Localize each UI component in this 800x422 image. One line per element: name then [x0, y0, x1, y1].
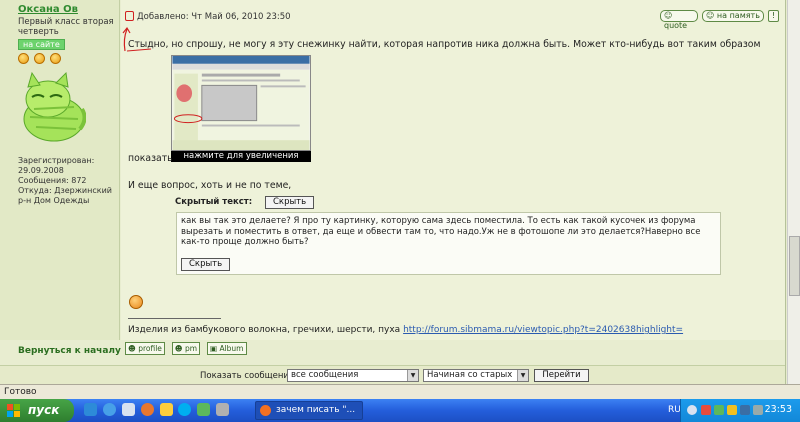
language-indicator[interactable]: RU — [668, 405, 681, 415]
user-post-count: Сообщения: 872 — [18, 176, 87, 185]
profile-button-label: profile — [138, 344, 162, 353]
icq-tray-icon[interactable] — [714, 405, 724, 415]
network-icon[interactable] — [727, 405, 737, 415]
spoiler-hide-button[interactable]: Скрыть — [265, 196, 315, 209]
user-info: Зарегистрирован: 29.09.2008 Сообщения: 8… — [18, 156, 118, 206]
post-body-column: Добавлено: Чт Май 06, 2010 23:50 ☺ quote… — [121, 0, 785, 340]
media-player-icon[interactable] — [121, 403, 135, 416]
windows-flag-icon — [7, 404, 20, 417]
rank-star-icon — [33, 53, 45, 64]
taskbar-window-title: зачем писать "... — [276, 405, 356, 415]
signature: Изделия из бамбукового волокна, гречихи,… — [128, 325, 683, 335]
user-rank: Первый класс вторая четверть — [18, 17, 114, 37]
smiley-icon — [129, 295, 143, 309]
spoiler-hide-button-inner[interactable]: Скрыть — [181, 258, 231, 271]
user-location: Откуда: Дзержинский р-н Дом Одежды — [18, 186, 112, 205]
post-icon[interactable] — [125, 11, 134, 21]
signature-text: Изделия из бамбукового волокна, гречихи,… — [128, 325, 401, 335]
tray-app-icon[interactable] — [753, 405, 763, 415]
quote-icon: ☺ — [664, 11, 673, 20]
back-to-top-link[interactable]: Вернуться к началу — [18, 346, 121, 356]
system-tray: 23:53 — [680, 399, 800, 422]
quote-button-label: quote — [664, 21, 688, 30]
user-profile-column: Оксана Ов Первый класс вторая четверть н… — [0, 0, 120, 340]
album-button[interactable]: ▣ Album — [206, 342, 247, 355]
post-footer-buttons: ☻ profile ☻ pm ▣ Album — [125, 342, 251, 355]
status-text: Готово — [4, 387, 37, 397]
remember-button-label: на память — [716, 11, 760, 20]
profile-icon: ☻ — [128, 344, 136, 353]
show-messages-label: Показать сообщения: — [200, 371, 297, 381]
avatar — [23, 71, 87, 142]
go-button[interactable]: Перейти — [534, 369, 589, 382]
vertical-scrollbar[interactable] — [787, 0, 800, 384]
quick-launch-bar — [84, 403, 232, 419]
pm-button[interactable]: ☻ pm — [171, 342, 201, 355]
signature-divider — [128, 318, 221, 319]
taskbar-window-firefox[interactable]: зачем писать "... — [255, 401, 363, 420]
sort-order-select[interactable]: Начиная со старых ▼ — [423, 369, 529, 382]
thumbnail-caption[interactable]: нажмите для увеличения — [171, 151, 311, 162]
internet-explorer-icon[interactable] — [102, 403, 116, 416]
pm-icon: ☻ — [174, 344, 183, 353]
user-name-link[interactable]: Оксана Ов — [18, 4, 119, 15]
firefox-icon — [260, 405, 271, 416]
post-text-paragraph: Стыдно, но спрошу, не могу я эту снежинк… — [128, 39, 761, 50]
scrollbar-thumb[interactable] — [789, 236, 800, 296]
remember-button[interactable]: ☺ на память — [702, 10, 764, 22]
screenshot-thumbnail[interactable] — [171, 55, 311, 151]
rank-star-icon — [49, 53, 61, 64]
windows-taskbar: пуск зачем писать "... RU 23:53 — [0, 399, 800, 422]
chevron-down-icon[interactable]: ▼ — [517, 370, 528, 381]
skype-icon[interactable] — [178, 403, 192, 416]
spoiler-text: как вы так это делаете? Я про ту картинк… — [181, 216, 701, 247]
spoiler-content: как вы так это делаете? Я про ту картинк… — [176, 212, 721, 275]
spoiler-label: Скрытый текст: — [175, 197, 253, 207]
volume-icon[interactable] — [740, 405, 750, 415]
display-options-bar: Показать сообщения: все сообщения ▼ Начи… — [0, 365, 785, 384]
start-button-label: пуск — [28, 403, 60, 417]
tray-collapse-icon[interactable] — [687, 405, 697, 415]
show-desktop-icon[interactable] — [84, 403, 97, 416]
album-button-label: Album — [219, 344, 244, 353]
report-button[interactable]: ! — [768, 10, 779, 22]
post-text-question: И еще вопрос, хоть и не по теме, — [128, 180, 292, 191]
pm-button-label: pm — [185, 344, 198, 353]
messages-filter-value: все сообщения — [291, 370, 359, 380]
messages-filter-select[interactable]: все сообщения ▼ — [287, 369, 419, 382]
album-icon: ▣ — [209, 344, 218, 353]
remember-icon: ☺ — [706, 11, 715, 20]
quote-button[interactable]: ☺ quote — [660, 10, 698, 30]
icq-icon[interactable] — [197, 403, 211, 416]
signature-link[interactable]: http://forum.sibmama.ru/viewtopic.php?t=… — [403, 325, 683, 335]
folder-icon[interactable] — [159, 403, 173, 416]
post-header: Добавлено: Чт Май 06, 2010 23:50 ☺ quote… — [125, 10, 781, 30]
rank-star-icon — [18, 53, 29, 64]
clock: 23:53 — [764, 404, 792, 415]
antivirus-icon[interactable] — [701, 405, 711, 415]
app-icon[interactable] — [216, 403, 230, 416]
rank-stars — [18, 53, 119, 65]
firefox-icon[interactable] — [140, 403, 154, 416]
post-date: Добавлено: Чт Май 06, 2010 23:50 — [137, 12, 291, 22]
user-registered: Зарегистрирован: 29.09.2008 — [18, 156, 95, 175]
profile-button[interactable]: ☻ profile — [125, 342, 165, 355]
sort-order-value: Начиная со старых — [427, 370, 513, 380]
chevron-down-icon[interactable]: ▼ — [407, 370, 418, 381]
online-badge: на сайте — [18, 39, 65, 50]
forum-page: Оксана Ов Первый класс вторая четверть н… — [0, 0, 786, 384]
browser-status-bar: Готово — [0, 384, 800, 399]
show-label: показать — [128, 153, 173, 164]
start-button[interactable]: пуск — [0, 399, 74, 422]
